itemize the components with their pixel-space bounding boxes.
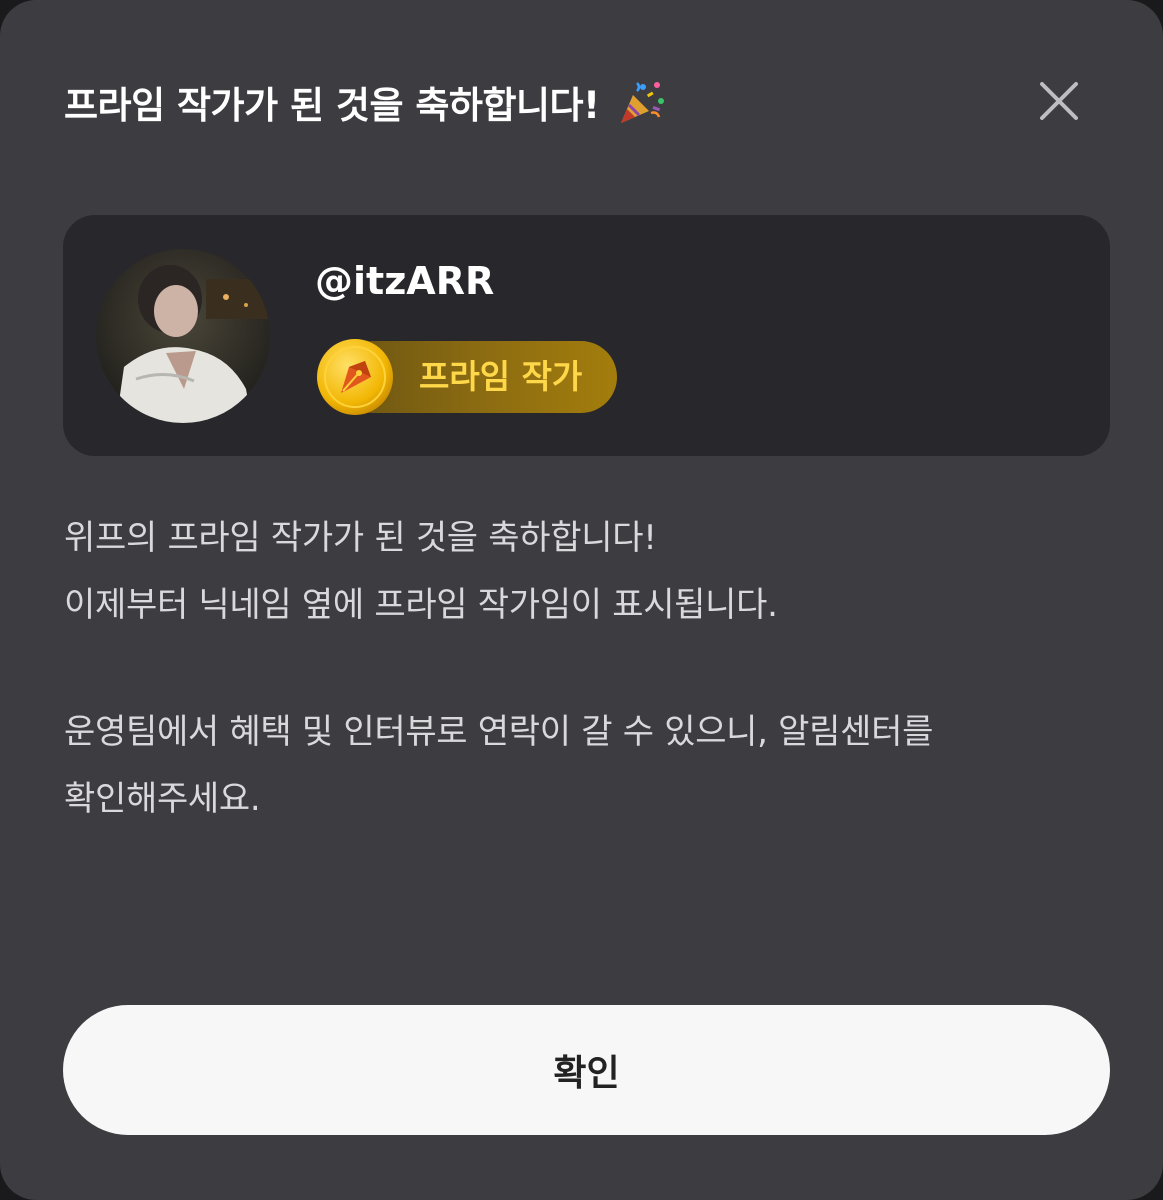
avatar xyxy=(96,249,270,423)
message-line: 이제부터 닉네임 옆에 프라임 작가임이 표시됩니다. xyxy=(64,585,778,625)
prime-writer-badge: 프라임 작가 xyxy=(315,337,617,417)
badge-label: 프라임 작가 xyxy=(419,357,583,396)
close-icon[interactable] xyxy=(1030,72,1088,130)
profile-card: @itzARR 프라임 작가 xyxy=(63,215,1110,456)
pen-nib-coin-icon xyxy=(317,339,393,415)
party-popper-icon xyxy=(621,82,665,123)
message-line: 운영팀에서 혜택 및 인터뷰로 연락이 갈 수 있으니, 알림센터를 xyxy=(64,712,934,752)
message-line: 위프의 프라임 작가가 된 것을 축하합니다! xyxy=(64,518,657,558)
prime-writer-dialog: 프라임 작가가 된 것을 축하합니다! @itzARR 프라임 작가 위프의 프… xyxy=(0,0,1163,1200)
username: @itzARR xyxy=(315,259,495,303)
message-line: 확인해주세요. xyxy=(64,779,261,819)
confirm-button[interactable]: 확인 xyxy=(63,1005,1110,1135)
congrats-message: 위프의 프라임 작가가 된 것을 축하합니다! 이제부터 닉네임 옆에 프라임 … xyxy=(64,505,1114,833)
dialog-title-text: 프라임 작가가 된 것을 축하합니다! xyxy=(64,84,600,127)
dialog-title: 프라임 작가가 된 것을 축하합니다! xyxy=(64,74,667,130)
